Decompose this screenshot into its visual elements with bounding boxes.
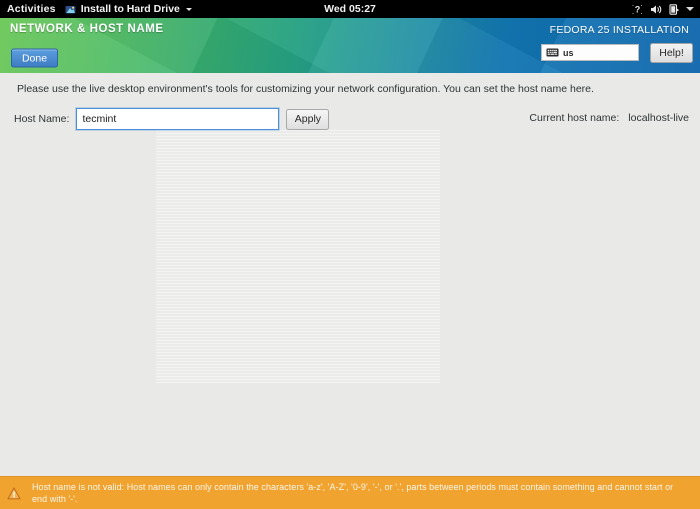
done-button[interactable]: Done [11, 48, 58, 68]
intro-text: Please use the live desktop environment'… [17, 83, 594, 95]
activities-button[interactable]: Activities [0, 3, 65, 15]
apply-button[interactable]: Apply [286, 108, 330, 130]
hostname-input[interactable] [76, 108, 280, 130]
chevron-down-icon [185, 7, 192, 11]
current-host-name: Current host name: localhost-live [529, 112, 689, 124]
spoke-content: Please use the live desktop environment'… [0, 73, 700, 509]
installation-label: FEDORA 25 INSTALLATION [549, 24, 689, 36]
hostname-row: Host Name: Apply [14, 108, 330, 130]
keyboard-layout-label: us [563, 47, 574, 58]
current-host-name-value: localhost-live [628, 112, 689, 124]
svg-text:?: ? [635, 4, 641, 14]
installer-icon [65, 4, 76, 15]
keyboard-layout-indicator[interactable]: us [541, 44, 639, 61]
app-menu-button[interactable]: Install to Hard Drive [65, 3, 192, 15]
system-menu-chevron-icon[interactable] [686, 7, 694, 11]
warning-bar: Host name is not valid: Host names can o… [0, 476, 700, 509]
battery-icon[interactable] [669, 3, 679, 15]
system-tray[interactable]: ? [632, 0, 694, 18]
page-title: NETWORK & HOST NAME [10, 23, 164, 35]
app-menu-label: Install to Hard Drive [80, 3, 180, 15]
warning-message: Host name is not valid: Host names can o… [32, 482, 674, 504]
gnome-top-bar: Activities Install to Hard Drive Wed 05:… [0, 0, 700, 18]
accessibility-question-icon[interactable]: ? [632, 4, 643, 15]
installer-screen: Activities Install to Hard Drive Wed 05:… [0, 0, 700, 509]
spoke-header: NETWORK & HOST NAME Done FEDORA 25 INSTA… [0, 18, 700, 73]
help-button[interactable]: Help! [650, 43, 693, 63]
volume-icon[interactable] [650, 4, 662, 15]
current-host-name-label: Current host name: [529, 112, 620, 124]
network-device-list-panel [156, 130, 440, 383]
warning-triangle-icon [5, 486, 23, 500]
keyboard-icon [546, 44, 559, 62]
hostname-label: Host Name: [14, 113, 70, 125]
